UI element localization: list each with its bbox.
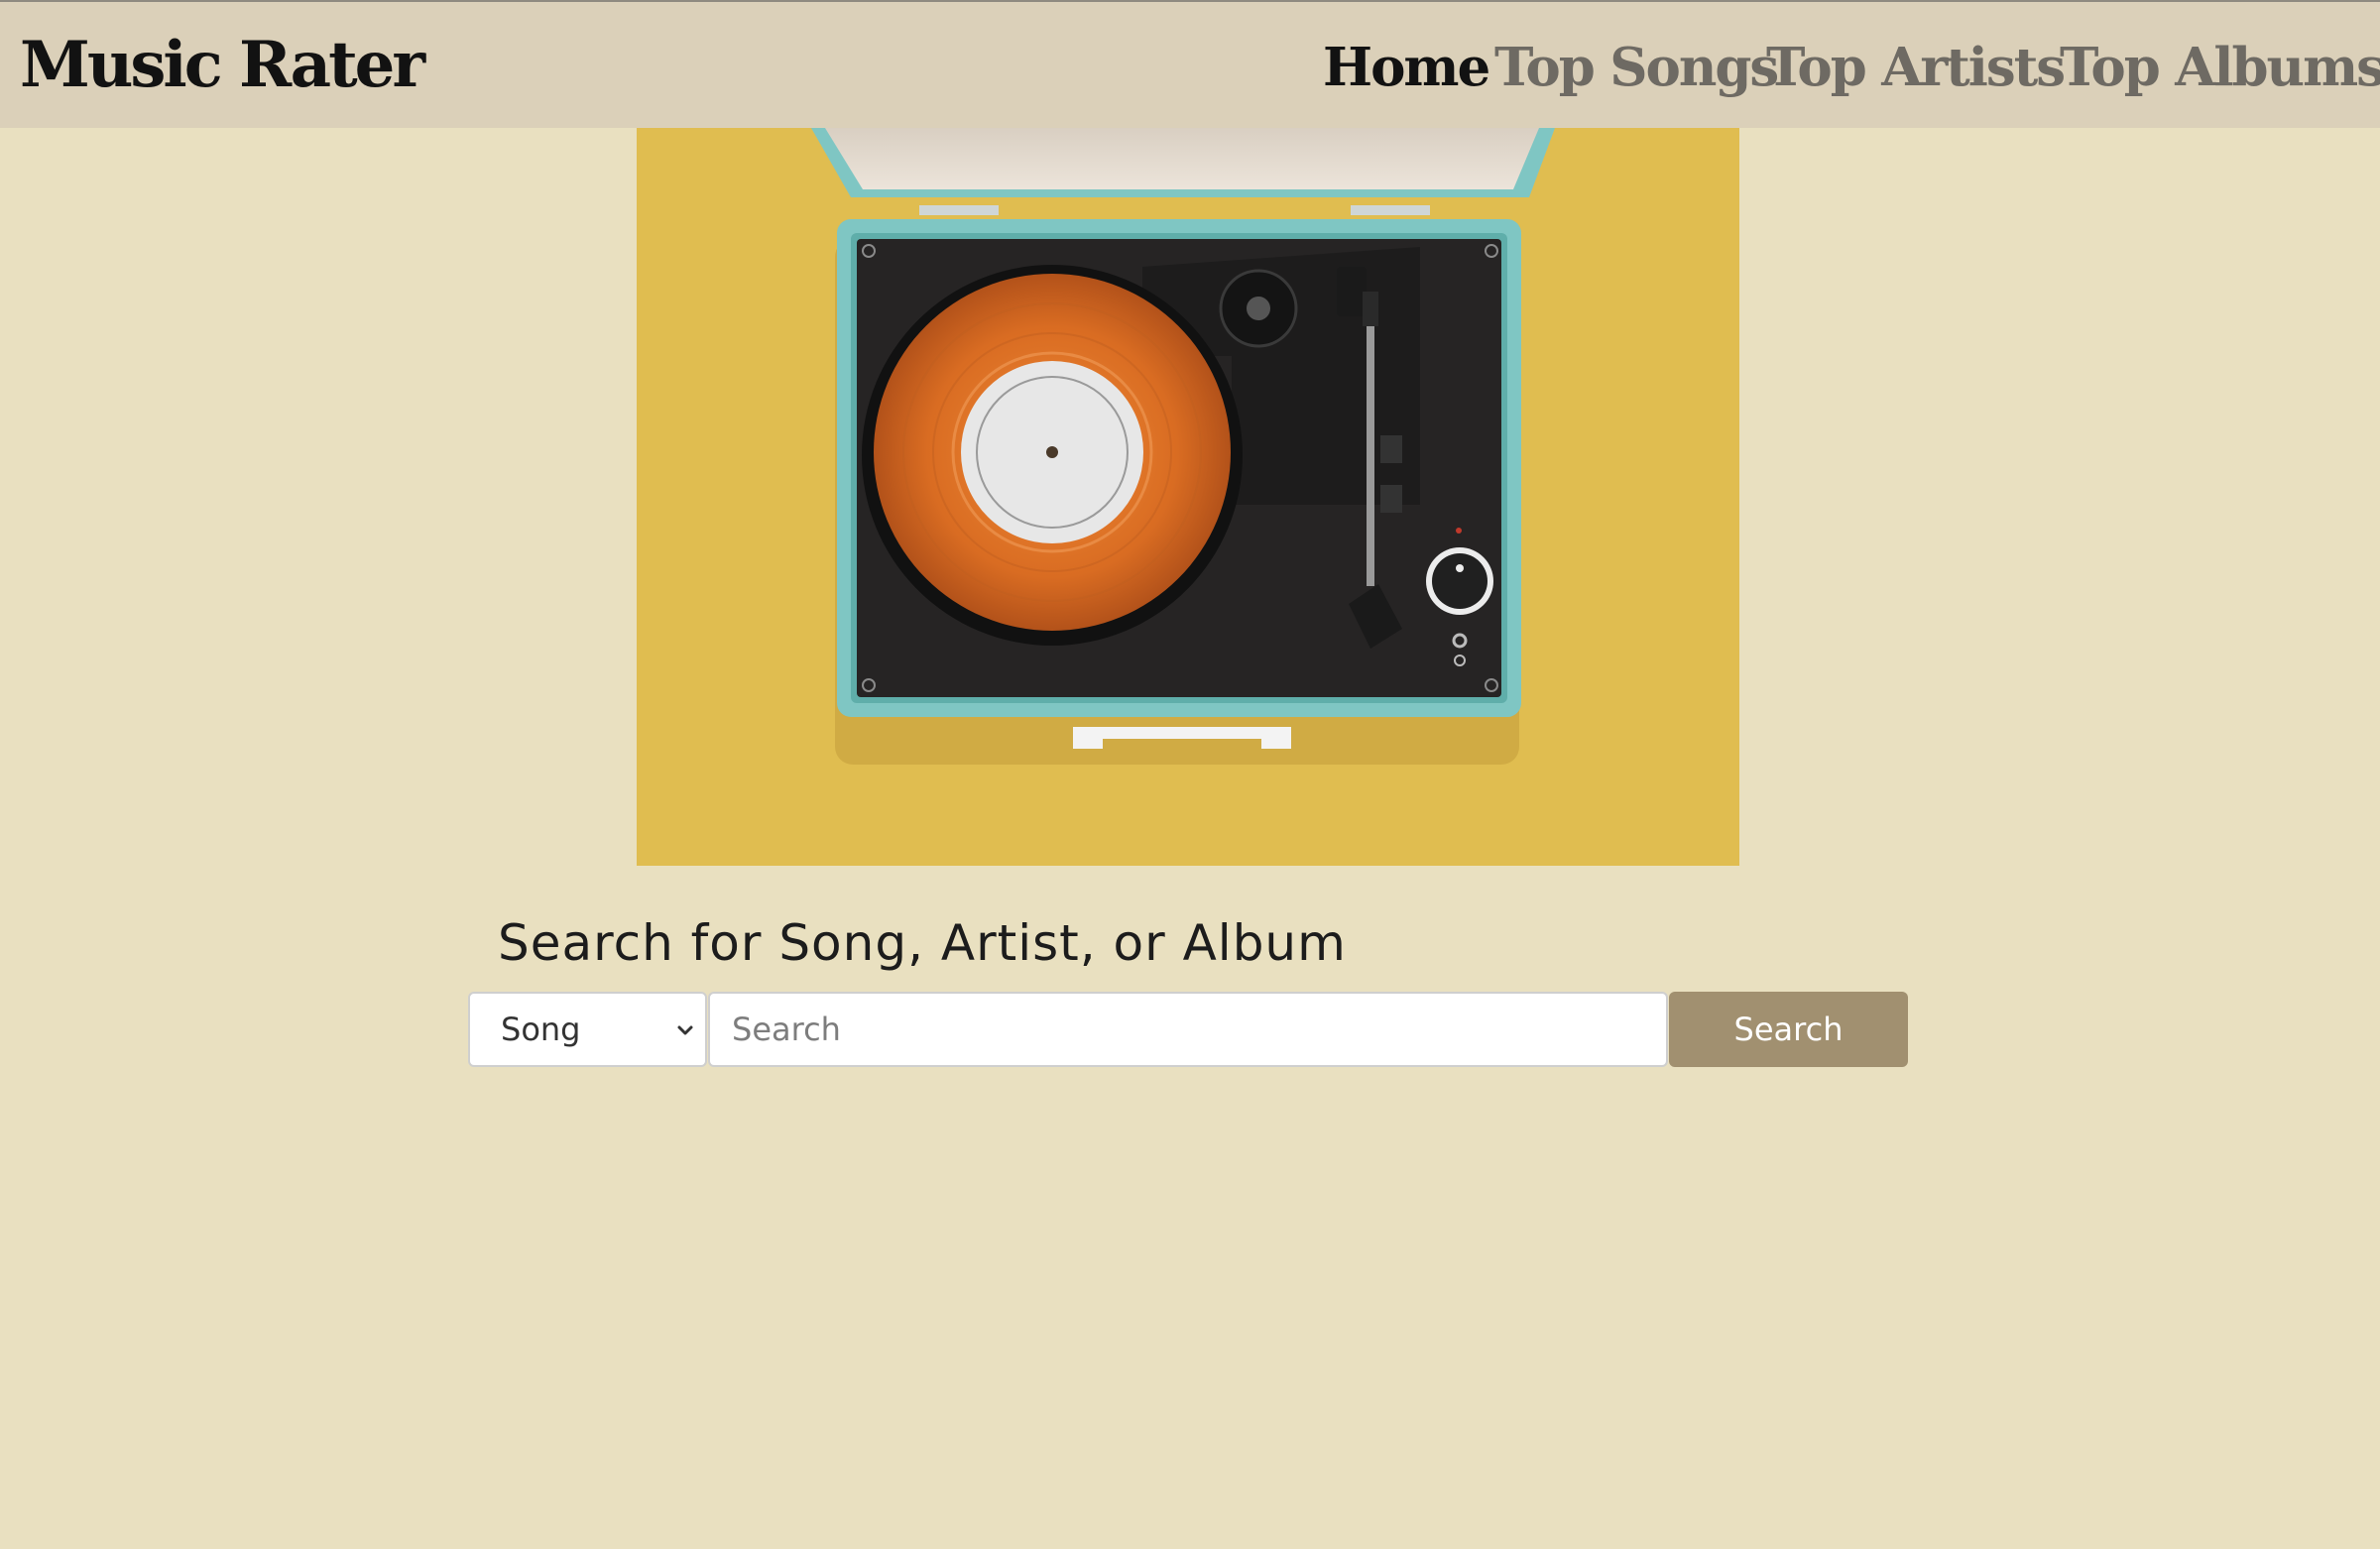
search-type-select[interactable]: Song: [468, 992, 707, 1067]
search-input[interactable]: [708, 992, 1668, 1067]
nav-top-artists[interactable]: Top Artists: [1766, 26, 2066, 109]
search-heading: Search for Song, Artist, or Album: [498, 914, 1347, 972]
nav-top-songs[interactable]: Top Songs: [1494, 26, 1779, 109]
nav-home[interactable]: Home: [1323, 26, 1490, 109]
search-button[interactable]: Search: [1669, 992, 1908, 1067]
chevron-down-icon: [677, 1025, 693, 1035]
hero-record-player-image: [637, 128, 1739, 866]
search-type-selected-value: Song: [501, 1011, 581, 1048]
navbar: Music Rater Home Top Songs Top Artists T…: [0, 0, 2380, 128]
nav-top-albums[interactable]: Top Albums: [2060, 26, 2380, 109]
brand-logo[interactable]: Music Rater: [20, 22, 425, 109]
